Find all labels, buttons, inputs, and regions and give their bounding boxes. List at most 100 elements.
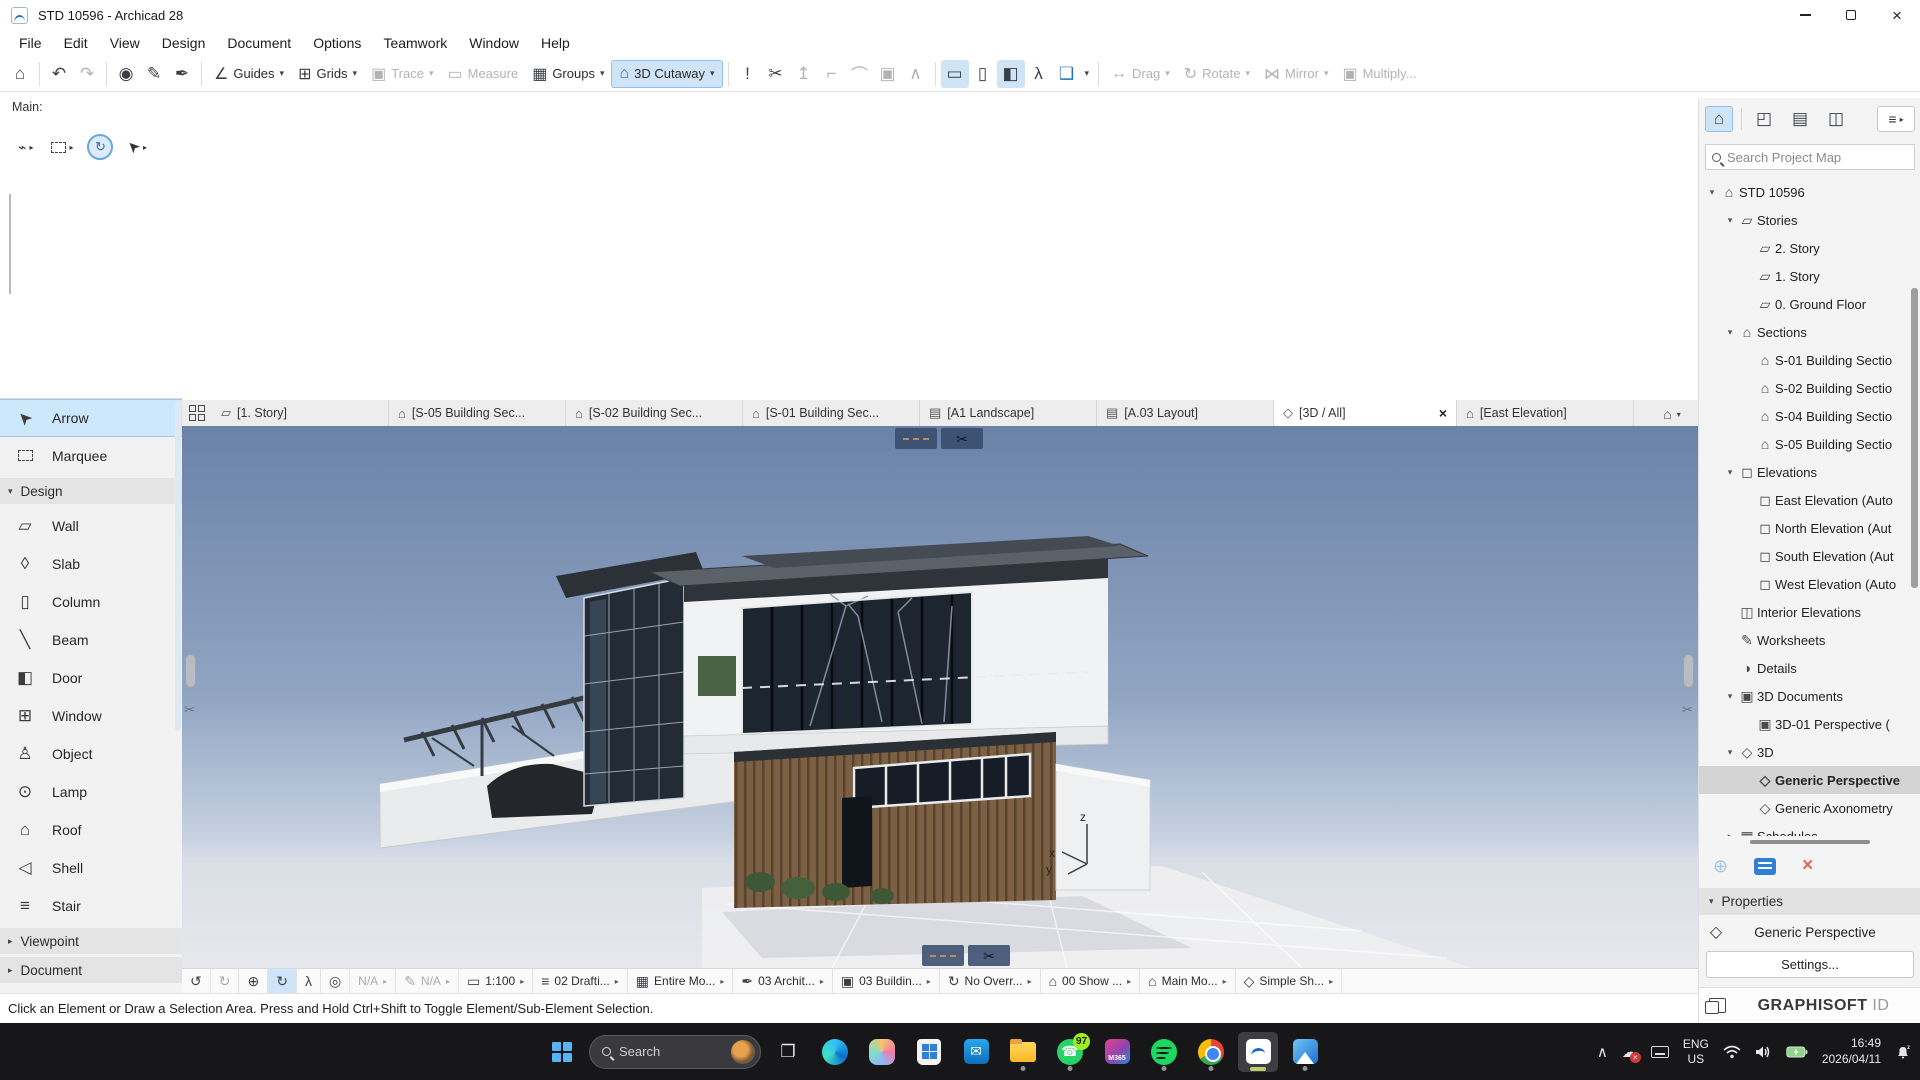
view-map-icon[interactable]: ◰: [1750, 106, 1778, 132]
groups-button[interactable]: ▦ Groups▾: [525, 60, 611, 88]
measure-button[interactable]: ▭ Measure: [440, 60, 525, 88]
m365-button[interactable]: M365: [1097, 1032, 1137, 1072]
toolbox-item-wall[interactable]: ▱Wall: [0, 507, 182, 545]
tree-item-elevations[interactable]: ▾◻Elevations: [1699, 458, 1920, 486]
quickbar-shadow-display[interactable]: ◇Simple Sh...▸: [1236, 969, 1343, 993]
properties-header[interactable]: ▾ Properties: [1699, 888, 1920, 915]
tree-item-generic-perspective[interactable]: ◇Generic Perspective: [1699, 766, 1920, 794]
quickbar-layers[interactable]: ≡02 Drafti...▸: [533, 969, 628, 993]
quickbar-scale[interactable]: ▭1:100▸: [459, 969, 533, 993]
onedrive-icon[interactable]: ☁×: [1622, 1043, 1637, 1061]
project-map-search[interactable]: [1705, 144, 1915, 170]
cutaway-plane-offset-button-bottom[interactable]: [922, 945, 964, 966]
volume-icon[interactable]: [1755, 1045, 1772, 1059]
tree-item-interior-elevations[interactable]: ◫Interior Elevations: [1699, 598, 1920, 626]
minimize-button[interactable]: [1782, 0, 1828, 30]
quickbar-explore[interactable]: ◎: [321, 969, 350, 993]
cutaway-plane-offset-button[interactable]: [895, 428, 937, 449]
tab-close-icon[interactable]: ×: [1439, 405, 1447, 421]
guides-button[interactable]: ∠ Guides▾: [207, 60, 291, 88]
publisher-sets-icon[interactable]: ◫: [1822, 106, 1850, 132]
tree-item-3d[interactable]: ▾◇3D: [1699, 738, 1920, 766]
tree-item-story-0[interactable]: ▱0. Ground Floor: [1699, 290, 1920, 318]
chevron-down-icon[interactable]: ▾: [1085, 68, 1090, 79]
scrollbar-thumb[interactable]: [1911, 288, 1918, 588]
tab-list-button[interactable]: ⌂▾: [1646, 402, 1698, 426]
maximize-button[interactable]: [1828, 0, 1874, 30]
menu-document[interactable]: Document: [216, 31, 302, 55]
tree-item-elevation-west[interactable]: ◻West Elevation (Auto: [1699, 570, 1920, 598]
tree-chevron-icon[interactable]: ▾: [1723, 215, 1737, 226]
pick-up-parameters-icon[interactable]: ◉: [112, 60, 140, 88]
toolbox-scrollbar[interactable]: [175, 401, 181, 731]
spotify-button[interactable]: [1144, 1032, 1184, 1072]
toolbox-section-viewpoint[interactable]: ▸Viewpoint: [0, 928, 182, 954]
home-icon[interactable]: ⌂: [6, 60, 34, 88]
roofline-icon[interactable]: ∧: [902, 60, 930, 88]
tab-overview-button[interactable]: [182, 400, 212, 426]
annotation-icon[interactable]: !: [734, 60, 762, 88]
quickbar-renovation-filter[interactable]: ⌂00 Show ...▸: [1041, 969, 1141, 993]
tree-chevron-icon[interactable]: ▾: [1723, 747, 1737, 758]
tree-item-section-s01[interactable]: ⌂S-01 Building Sectio: [1699, 346, 1920, 374]
walk-person-icon[interactable]: λ: [1025, 60, 1053, 88]
elevate-icon[interactable]: ↥: [790, 60, 818, 88]
toolbox-item-lamp[interactable]: ⊙Lamp: [0, 773, 182, 811]
tab-a03-layout[interactable]: ▤[A.03 Layout]: [1097, 400, 1274, 426]
tree-item-worksheets[interactable]: ✎Worksheets: [1699, 626, 1920, 654]
tab-s01-section[interactable]: ⌂[S-01 Building Sec...: [743, 400, 920, 426]
layout-book-icon[interactable]: ▤: [1786, 106, 1814, 132]
battery-icon[interactable]: [1786, 1046, 1808, 1058]
graphisoft-id-logo[interactable]: GRAPHISOFT ID: [1726, 997, 1920, 1015]
edge-button[interactable]: [815, 1032, 855, 1072]
cutting-plane-icon[interactable]: ❑: [1053, 60, 1081, 88]
arrow-tool-button[interactable]: ➤▸: [123, 134, 151, 160]
view-box-icon[interactable]: ▯: [969, 60, 997, 88]
cutaway-handle-right[interactable]: [1683, 654, 1694, 688]
toolbox-item-column[interactable]: ▯Column: [0, 583, 182, 621]
curve-icon[interactable]: ⌒: [846, 60, 874, 88]
menu-teamwork[interactable]: Teamwork: [372, 31, 458, 55]
tab-1-story[interactable]: ▱[1. Story]: [212, 400, 389, 426]
notification-bell-icon[interactable]: z: [1895, 1044, 1912, 1060]
toolbox-item-slab[interactable]: ◊Slab: [0, 545, 182, 583]
lasso-icon[interactable]: ✂: [762, 60, 790, 88]
tree-chevron-icon[interactable]: ▾: [1723, 467, 1737, 478]
tree-chevron-icon[interactable]: ▸: [1723, 831, 1737, 837]
tree-chevron-icon[interactable]: ▾: [1723, 691, 1737, 702]
tree-scrollbar[interactable]: [1911, 178, 1918, 836]
redo-icon[interactable]: ↷: [73, 60, 101, 88]
delete-view-icon[interactable]: ×: [1802, 855, 1813, 877]
tree-item-elevation-south[interactable]: ◻South Elevation (Aut: [1699, 542, 1920, 570]
tree-item-sections[interactable]: ▾⌂Sections: [1699, 318, 1920, 346]
navigator-menu-button[interactable]: ≡▸: [1877, 106, 1915, 132]
clock[interactable]: 16:492026/04/11: [1822, 1036, 1881, 1067]
undo-icon[interactable]: ↶: [45, 60, 73, 88]
tree-item-schedules[interactable]: ▸▦Schedules: [1699, 822, 1920, 836]
tree-item-section-s02[interactable]: ⌂S-02 Building Sectio: [1699, 374, 1920, 402]
tab-east-elevation[interactable]: ⌂[East Elevation]: [1457, 400, 1634, 426]
start-button[interactable]: [542, 1032, 582, 1072]
search-input[interactable]: [1727, 150, 1892, 165]
view-box-wire-icon[interactable]: ▭: [941, 60, 969, 88]
task-view-button[interactable]: ❐: [768, 1032, 808, 1072]
quickbar-pen-set[interactable]: ✒03 Archit...▸: [733, 969, 832, 993]
menu-view[interactable]: View: [99, 31, 151, 55]
box-stretch-icon[interactable]: ▣: [874, 60, 902, 88]
tray-expand-icon[interactable]: ∧: [1597, 1043, 1608, 1061]
tree-item-details[interactable]: ◑Details: [1699, 654, 1920, 682]
quickbar-model-filter[interactable]: ▦Entire Mo...▸: [628, 969, 734, 993]
menu-window[interactable]: Window: [458, 31, 530, 55]
quickbar-next-view[interactable]: ↻: [211, 969, 240, 993]
rotate-button[interactable]: ↻ Rotate▾: [1177, 60, 1257, 88]
menu-options[interactable]: Options: [302, 31, 372, 55]
cutaway-plane-cut-button[interactable]: ✂: [941, 428, 983, 449]
drag-button[interactable]: ↔ Drag▾: [1104, 60, 1177, 88]
toolbox-item-object[interactable]: ♙Object: [0, 735, 182, 773]
quickbar-orbit[interactable]: ↻: [268, 969, 297, 993]
cutaway-handle-left[interactable]: [185, 654, 196, 688]
settings-button[interactable]: Settings...: [1706, 951, 1914, 978]
multiply-button[interactable]: ▣ Multiply...: [1335, 60, 1423, 88]
taskbar-search[interactable]: Search: [589, 1035, 761, 1069]
quickbar-model-view-options[interactable]: ▣03 Buildin...▸: [833, 969, 940, 993]
